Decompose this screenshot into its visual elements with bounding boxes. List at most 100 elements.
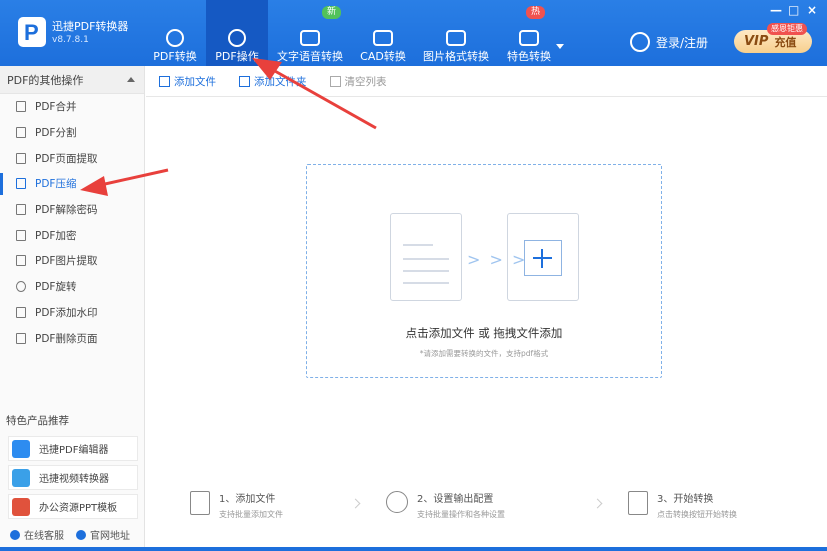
recommend-label: 办公资源PPT模板 — [39, 503, 118, 514]
login-button[interactable]: 登录/注册 — [630, 32, 708, 52]
recommend-title: 特色产品推荐 — [6, 415, 69, 427]
star-icon — [519, 30, 539, 46]
tab-cad-convert[interactable]: CAD转换 — [352, 0, 414, 66]
step-desc: 支持批量操作和各种设置 — [417, 510, 505, 519]
sidebar-item-pdf-page-extract[interactable]: PDF页面提取 — [0, 145, 144, 171]
sidebar-item-pdf-split[interactable]: PDF分割 — [0, 120, 144, 146]
title-bar: 迅捷PDF转换器 v8.7.8.1 PDF转换 PDF操作 新 文字语音转换 C… — [0, 0, 827, 66]
video-converter-icon — [12, 468, 30, 487]
add-folder-button[interactable]: 添加文件夹 — [239, 74, 307, 89]
dropzone-hint-text: *请添加需要转换的文件，支持pdf格式 — [419, 349, 549, 358]
pdf-editor-icon — [12, 439, 30, 458]
image-extract-icon — [16, 255, 26, 267]
document-icon — [390, 213, 462, 301]
chevron-right-icon — [350, 498, 361, 509]
recommend-ppt-templates[interactable]: 办公资源PPT模板 — [8, 494, 138, 519]
sidebar-item-label: PDF删除页面 — [35, 332, 98, 345]
recommend-label: 迅捷PDF编辑器 — [39, 445, 109, 456]
clear-list-button[interactable]: 清空列表 — [329, 74, 387, 89]
rotate-icon — [16, 281, 26, 293]
sidebar-item-pdf-encrypt[interactable]: PDF加密 — [0, 222, 144, 248]
waveform-icon — [300, 30, 320, 46]
sidebar-item-pdf-watermark[interactable]: PDF添加水印 — [0, 300, 144, 326]
footer-label: 官网地址 — [90, 531, 130, 542]
add-folder-label: 添加文件夹 — [254, 75, 307, 88]
hot-badge: 热 — [526, 6, 546, 19]
service-icon — [10, 529, 20, 540]
footer-label: 在线客服 — [24, 531, 64, 542]
sidebar-item-pdf-merge[interactable]: PDF合并 — [0, 94, 144, 120]
maximize-button[interactable]: □ — [788, 3, 799, 17]
sidebar-item-pdf-unlock[interactable]: PDF解除密码 — [0, 197, 144, 223]
official-site-link[interactable]: 官网地址 — [76, 527, 130, 542]
convert-icon — [166, 29, 184, 47]
minimize-button[interactable]: — — [770, 3, 782, 17]
trash-icon — [329, 75, 341, 87]
file-drop-zone[interactable]: > > > 点击添加文件 或 拖拽文件添加 *请添加需要转换的文件，支持pdf格… — [306, 164, 662, 378]
add-file-button[interactable]: 添加文件 — [159, 74, 216, 89]
tab-image-convert[interactable]: 图片格式转换 — [414, 0, 498, 66]
tab-label: PDF转换 — [153, 50, 197, 63]
watermark-icon — [16, 306, 26, 318]
unlock-icon — [16, 204, 26, 216]
recommend-label: 迅捷视频转换器 — [39, 474, 109, 485]
user-icon — [630, 32, 650, 52]
globe-icon — [76, 529, 86, 540]
tab-text-speech[interactable]: 新 文字语音转换 — [268, 0, 352, 66]
step-title: 1、添加文件 — [219, 494, 276, 505]
close-button[interactable]: × — [807, 3, 817, 17]
chevron-up-icon — [127, 77, 135, 82]
recommend-pdf-editor[interactable]: 迅捷PDF编辑器 — [8, 436, 138, 461]
tab-label: PDF操作 — [215, 50, 259, 63]
compress-icon — [16, 178, 26, 190]
step-title: 2、设置输出配置 — [417, 494, 494, 505]
disc-icon — [228, 29, 246, 47]
online-service-link[interactable]: 在线客服 — [10, 527, 64, 542]
step-desc: 点击转换按钮开始转换 — [657, 510, 737, 519]
vip-word: VIP — [744, 34, 769, 49]
start-convert-icon — [628, 491, 648, 515]
add-file-box[interactable] — [507, 213, 579, 301]
top-nav: PDF转换 PDF操作 新 文字语音转换 CAD转换 图片格式转换 热 特色转换 — [144, 0, 560, 66]
step-output-settings: 2、设置输出配置 支持批量操作和各种设置 — [386, 490, 505, 520]
sidebar-item-pdf-rotate[interactable]: PDF旋转 — [0, 274, 144, 300]
promo-badge: 感恩钜惠 — [767, 23, 807, 35]
sidebar-section-header[interactable]: PDF的其他操作 — [0, 66, 144, 94]
image-icon — [446, 30, 466, 46]
bottom-border — [0, 547, 827, 551]
sidebar: PDF的其他操作 PDF合并 PDF分割 PDF页面提取 PDF压缩 PDF解除… — [0, 66, 145, 551]
sidebar-item-pdf-delete-page[interactable]: PDF删除页面 — [0, 325, 144, 351]
sidebar-item-label: PDF合并 — [35, 101, 77, 114]
app-logo — [18, 17, 46, 47]
sidebar-item-pdf-compress[interactable]: PDF压缩 — [0, 171, 144, 197]
sidebar-item-label: PDF添加水印 — [35, 306, 98, 319]
clear-list-label: 清空列表 — [344, 75, 387, 88]
delete-page-icon — [16, 332, 26, 344]
chevron-down-icon[interactable] — [556, 44, 564, 49]
recommend-video-converter[interactable]: 迅捷视频转换器 — [8, 465, 138, 490]
download-icon — [373, 30, 393, 46]
sidebar-section-title: PDF的其他操作 — [7, 73, 84, 87]
vip-label: 充值 — [774, 35, 797, 49]
split-icon — [16, 127, 26, 139]
tab-special-convert[interactable]: 热 特色转换 — [498, 0, 560, 66]
sidebar-item-pdf-image-extract[interactable]: PDF图片提取 — [0, 248, 144, 274]
merge-icon — [16, 101, 26, 113]
add-file-label: 添加文件 — [174, 75, 216, 88]
step-start-convert: 3、开始转换 点击转换按钮开始转换 — [628, 490, 737, 520]
gear-icon — [386, 491, 408, 513]
page-extract-icon — [16, 152, 26, 164]
tab-pdf-convert[interactable]: PDF转换 — [144, 0, 206, 66]
sidebar-item-label: PDF压缩 — [35, 178, 77, 191]
file-toolbar: 添加文件 添加文件夹 清空列表 — [146, 66, 827, 97]
app-name: 迅捷PDF转换器 — [52, 20, 129, 33]
step-add-file: 1、添加文件 支持批量添加文件 — [190, 490, 283, 520]
tab-label: 文字语音转换 — [277, 50, 343, 63]
new-badge: 新 — [322, 6, 342, 19]
login-label: 登录/注册 — [656, 35, 709, 50]
step-desc: 支持批量添加文件 — [219, 510, 283, 519]
sidebar-item-label: PDF解除密码 — [35, 204, 98, 217]
tab-pdf-operations[interactable]: PDF操作 — [206, 0, 268, 66]
sidebar-item-label: PDF图片提取 — [35, 255, 98, 268]
sidebar-item-label: PDF旋转 — [35, 281, 77, 294]
